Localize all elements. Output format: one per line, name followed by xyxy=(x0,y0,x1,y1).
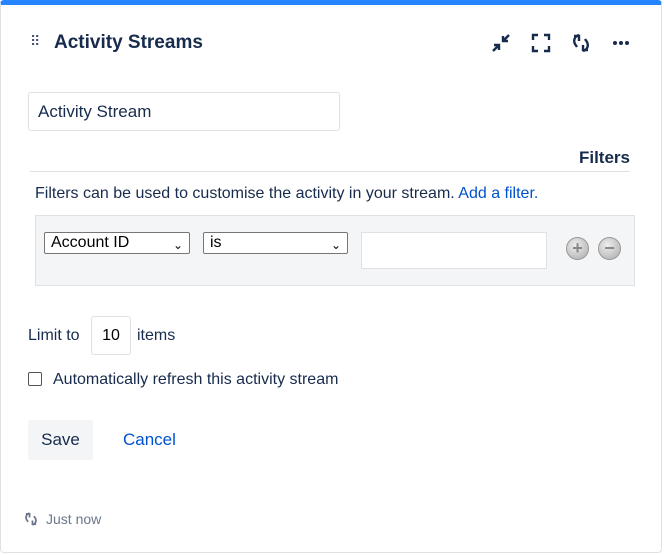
filter-value-input[interactable] xyxy=(361,232,547,269)
chevron-down-icon: ⌄ xyxy=(172,238,183,252)
minimize-icon[interactable] xyxy=(490,32,512,54)
divider xyxy=(30,171,630,172)
filter-operator-select[interactable]: is ⌄ xyxy=(203,232,348,254)
limit-input[interactable] xyxy=(91,316,131,355)
limit-suffix: items xyxy=(137,327,176,344)
filters-description-text: Filters can be used to customise the act… xyxy=(35,185,455,202)
drag-handle-icon[interactable]: ⠿ xyxy=(30,33,40,50)
filter-field-value: Account ID xyxy=(51,234,130,251)
refresh-icon[interactable] xyxy=(570,32,592,54)
remove-filter-row-icon[interactable]: − xyxy=(598,237,621,260)
add-filter-row-icon[interactable]: + xyxy=(566,237,589,260)
gadget-title: Activity Streams xyxy=(54,32,203,53)
more-icon[interactable] xyxy=(610,32,632,54)
stream-title-input[interactable] xyxy=(28,92,340,131)
fullscreen-icon[interactable] xyxy=(530,32,552,54)
filters-description: Filters can be used to customise the act… xyxy=(35,185,538,203)
refresh-icon[interactable] xyxy=(23,511,39,527)
filters-heading: Filters xyxy=(578,148,630,167)
save-button[interactable]: Save xyxy=(28,420,93,460)
cancel-button[interactable]: Cancel xyxy=(123,430,176,450)
auto-refresh-label: Automatically refresh this activity stre… xyxy=(53,371,339,388)
last-updated: Just now xyxy=(46,511,102,527)
limit-label: Limit to xyxy=(28,327,80,344)
filter-operator-value: is xyxy=(210,234,222,251)
auto-refresh-checkbox[interactable] xyxy=(28,372,42,386)
filter-field-select[interactable]: Account ID ⌄ xyxy=(44,232,190,254)
chevron-down-icon: ⌄ xyxy=(330,238,341,252)
add-filter-link[interactable]: Add a filter. xyxy=(458,185,538,202)
